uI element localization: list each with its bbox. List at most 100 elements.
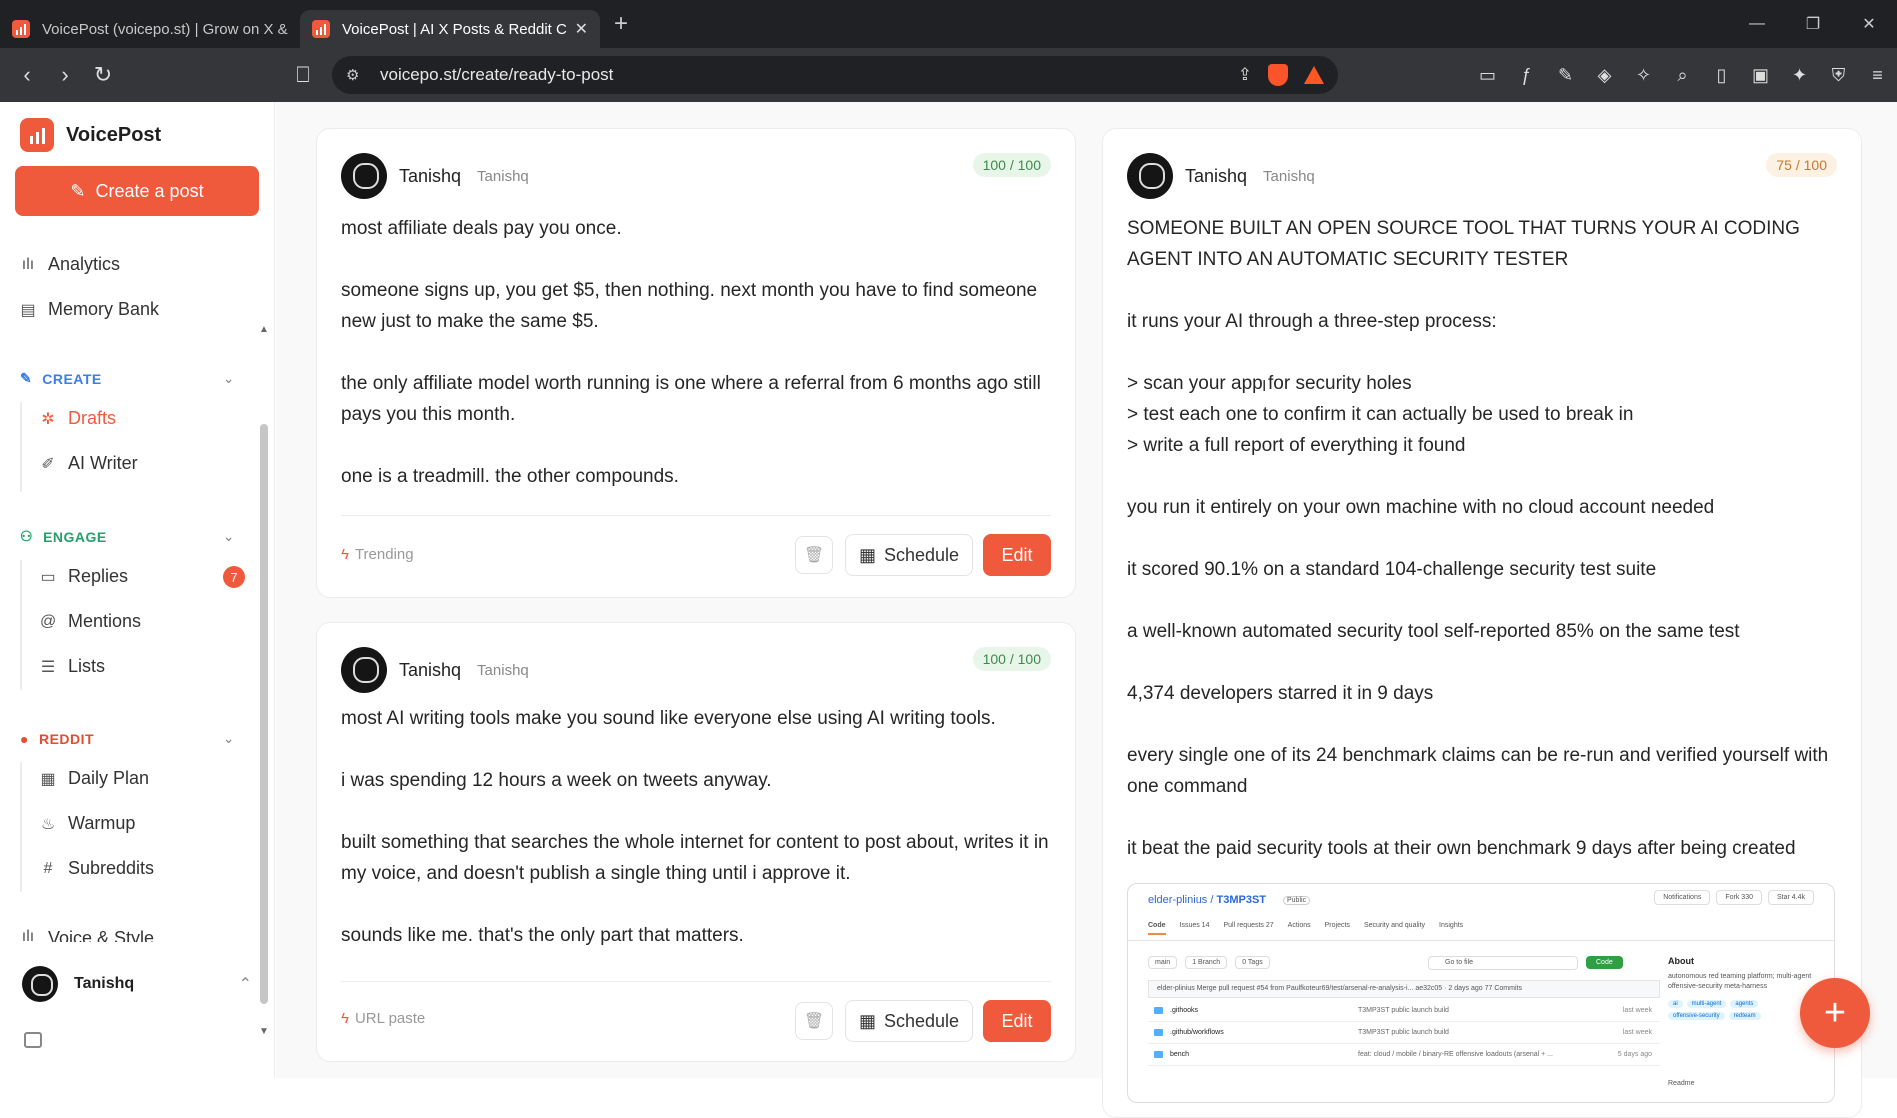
sidebar-item-label: Replies xyxy=(68,566,129,586)
schedule-button[interactable]: ▦ Schedule xyxy=(845,1000,973,1042)
brand-logo[interactable]: VoicePost xyxy=(20,118,161,152)
post-paragraph: someone signs up, you get $5, then nothi… xyxy=(341,280,1038,332)
sidebar-toggle-icon[interactable]: ▯ xyxy=(1702,65,1741,86)
wappalyzer-icon[interactable]: ◈ xyxy=(1585,65,1624,86)
new-tab-icon[interactable]: + xyxy=(614,10,628,38)
plus-icon: + xyxy=(1823,991,1847,1034)
repo-tab: Insights xyxy=(1439,922,1464,929)
sidebar-item-ai-writer[interactable]: ✐ AI Writer xyxy=(40,453,137,474)
post-body[interactable]: most AI writing tools make you sound lik… xyxy=(341,703,1051,982)
repo-name: T3MP3ST xyxy=(1216,894,1266,906)
sidebar-scrollbar[interactable]: ▲ ▼ xyxy=(259,324,269,1037)
extensions-toolbar: ▭ ƒ ✎ ◈ ✧ ⌕ ▯ ▣ ✦ ⛨ ≡ xyxy=(1468,56,1897,94)
create-post-label: Create a post xyxy=(95,180,204,201)
flame-icon: ♨ xyxy=(40,815,56,833)
sidebar-item-label: Warmup xyxy=(68,813,136,833)
folder-icon xyxy=(1154,1051,1163,1058)
sidebar-item-warmup[interactable]: ♨ Warmup xyxy=(40,813,136,834)
sidebar-item-mentions[interactable]: @ Mentions xyxy=(40,611,141,632)
repo-tab: Security and quality xyxy=(1363,922,1426,929)
brave-shields-icon[interactable] xyxy=(1268,64,1288,86)
search-page-icon[interactable]: ⌕ xyxy=(1663,65,1702,86)
collapse-sidebar-icon[interactable] xyxy=(24,1032,42,1048)
voice-icon: ılı xyxy=(21,928,35,942)
browser-tab-1[interactable]: VoicePost (voicepo.st) | Grow on X & xyxy=(0,10,300,48)
restore-icon[interactable]: ❐ xyxy=(1785,14,1841,34)
repo-tab: Actions xyxy=(1287,922,1311,929)
menu-icon[interactable]: ≡ xyxy=(1858,65,1897,86)
author-name: Tanishq xyxy=(399,659,462,680)
sidebar-item-drafts[interactable]: ✲ Drafts xyxy=(40,408,116,429)
extensions-icon[interactable]: ✧ xyxy=(1624,65,1663,86)
post-body[interactable]: SOMEONE BUILT AN OPEN SOURCE TOOL THAT T… xyxy=(1127,213,1837,895)
url-field[interactable]: ⚙ voicepo.st/create/ready-to-post ⇪ xyxy=(332,56,1338,94)
vpn-icon[interactable]: ⛨ xyxy=(1819,65,1858,86)
scroll-down-icon[interactable]: ▼ xyxy=(259,1026,269,1037)
delete-button[interactable]: 🗑 xyxy=(795,536,833,574)
section-create[interactable]: ✎ CREATE ⌄ xyxy=(20,370,235,387)
user-menu[interactable]: Tanishq ⌃ xyxy=(22,966,252,1002)
post-footer: ϟ URL paste 🗑 ▦ Schedule Edit xyxy=(341,981,1051,1042)
file-time: 5 days ago xyxy=(1617,1051,1652,1058)
section-title: ENGAGE xyxy=(43,528,107,545)
sidebar-item-replies[interactable]: ▭ Replies xyxy=(40,566,128,587)
bookmark-icon[interactable]: ⎕ xyxy=(284,62,322,88)
section-reddit[interactable]: ● REDDIT ⌄ xyxy=(20,730,235,747)
calendar-icon: ▦ xyxy=(40,770,56,788)
wallet-icon[interactable]: ▣ xyxy=(1741,65,1780,86)
forward-icon[interactable]: › xyxy=(46,62,84,88)
avatar xyxy=(341,647,387,693)
minimize-icon[interactable]: — xyxy=(1729,15,1785,33)
sidebar-item-subreddits[interactable]: # Subreddits xyxy=(40,858,155,879)
add-post-fab[interactable]: + xyxy=(1800,978,1870,1048)
brave-rewards-icon[interactable] xyxy=(1304,66,1324,84)
create-section-icon: ✎ xyxy=(20,370,33,386)
sidebar-item-lists[interactable]: ☰ Lists xyxy=(40,656,105,677)
formula-extension-icon[interactable]: ƒ xyxy=(1507,65,1546,86)
reload-icon[interactable]: ↻ xyxy=(84,62,122,88)
source-tag-label: URL paste xyxy=(354,1010,426,1027)
media-icon[interactable]: ▭ xyxy=(1468,65,1507,86)
engage-section-icon: ⚇ xyxy=(20,528,34,544)
repo-tab: Projects xyxy=(1324,922,1350,929)
code-button: Code xyxy=(1586,956,1623,969)
post-paragraph: a well-known automated security tool sel… xyxy=(1127,621,1740,642)
scrollbar-thumb[interactable] xyxy=(260,424,268,1004)
comment-icon: ▭ xyxy=(40,568,56,586)
pen-extension-icon[interactable]: ✎ xyxy=(1546,65,1585,86)
close-tab-icon[interactable]: ✕ xyxy=(575,19,588,39)
site-info-icon[interactable]: ⚙ xyxy=(346,66,359,84)
star-button: Star 4.4k xyxy=(1767,890,1814,905)
sidebar-item-analytics[interactable]: ılı Analytics xyxy=(20,254,120,275)
post-paragraph: every single one of its 24 benchmark cla… xyxy=(1127,745,1829,797)
attached-image[interactable]: elder-plinius / T3MP3ST Public Notificat… xyxy=(1127,883,1835,1103)
share-icon[interactable]: ⇪ xyxy=(1238,65,1252,85)
topic-tag: offensive-security xyxy=(1668,1012,1725,1020)
scroll-up-icon[interactable]: ▲ xyxy=(259,324,269,335)
section-engage[interactable]: ⚇ ENGAGE ⌄ xyxy=(20,528,235,545)
post-paragraph: i was spending 12 hours a week on tweets… xyxy=(341,770,772,791)
chevron-up-icon: ⌃ xyxy=(238,976,252,993)
edit-icon: ✎ xyxy=(70,180,86,201)
score-badge: 100 / 100 xyxy=(972,647,1051,671)
leo-ai-icon[interactable]: ✦ xyxy=(1780,65,1819,86)
source-tag: ϟ Trending xyxy=(341,546,414,563)
edit-button[interactable]: Edit xyxy=(983,1000,1051,1042)
author-handle: Tanishq xyxy=(477,167,529,185)
sidebar-item-daily-plan[interactable]: ▦ Daily Plan xyxy=(40,768,149,789)
create-post-button[interactable]: ✎ Create a post xyxy=(15,166,259,216)
sidebar-item-label: Drafts xyxy=(68,408,117,428)
close-window-icon[interactable]: ✕ xyxy=(1841,14,1897,34)
replies-count-badge: 7 xyxy=(223,566,245,588)
edit-button[interactable]: Edit xyxy=(983,534,1051,576)
delete-button[interactable]: 🗑 xyxy=(795,1002,833,1040)
back-icon[interactable]: ‹ xyxy=(8,62,46,88)
sidebar-item-voice-style[interactable]: ılı Voice & Style xyxy=(20,928,154,942)
browser-tab-2[interactable]: VoicePost | AI X Posts & Reddit C ✕ xyxy=(300,10,600,48)
repo-path: elder-plinius / T3MP3ST xyxy=(1148,894,1266,906)
post-paragraph: one is a treadmill. the other compounds. xyxy=(341,466,679,487)
post-body[interactable]: most affiliate deals pay you once. someo… xyxy=(341,213,1051,523)
sidebar-item-memory-bank[interactable]: ▤ Memory Bank xyxy=(20,299,159,320)
schedule-button[interactable]: ▦ Schedule xyxy=(845,534,973,576)
post-paragraph: it runs your AI through a three-step pro… xyxy=(1127,311,1497,332)
